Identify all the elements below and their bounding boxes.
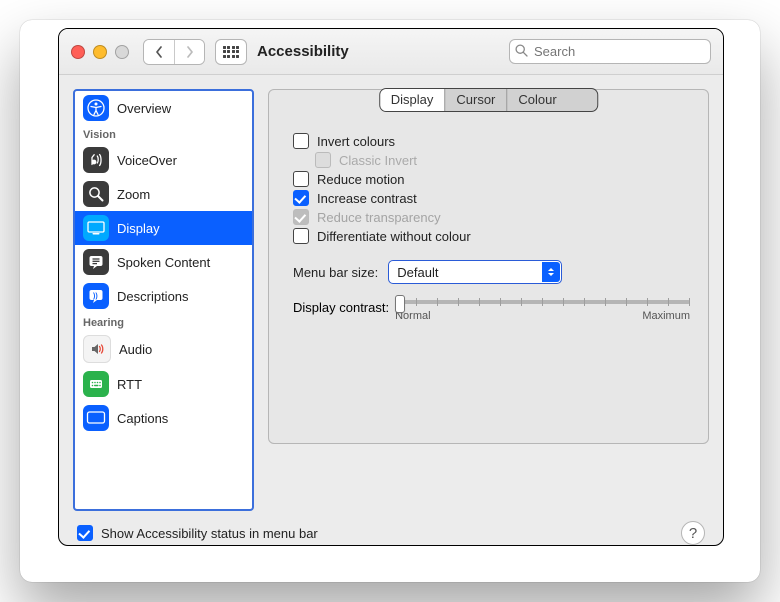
sidebar: Overview Vision VoiceOver Zoom (73, 89, 254, 511)
increase-contrast-checkbox[interactable] (293, 190, 309, 206)
sidebar-item-label: VoiceOver (117, 153, 177, 168)
chevron-right-icon (186, 46, 194, 58)
sidebar-item-captions[interactable]: Captions (75, 401, 252, 435)
sidebar-group-vision: Vision (75, 125, 252, 143)
menu-bar-size-select[interactable]: Default (388, 260, 562, 284)
sidebar-item-audio[interactable]: Audio (75, 331, 252, 367)
search-field[interactable] (509, 39, 711, 64)
sidebar-item-label: Descriptions (117, 289, 189, 304)
rtt-icon (83, 371, 109, 397)
grid-icon (223, 46, 240, 58)
back-button[interactable] (144, 40, 174, 64)
back-forward-buttons (143, 39, 205, 65)
sidebar-item-descriptions[interactable]: )) Descriptions (75, 279, 252, 313)
increase-contrast-row[interactable]: Increase contrast (293, 190, 690, 206)
classic-invert-checkbox (315, 152, 331, 168)
display-icon (83, 215, 109, 241)
slider-track (395, 300, 690, 304)
sidebar-item-label: Zoom (117, 187, 150, 202)
accessibility-icon (83, 95, 109, 121)
zoom-window-button[interactable] (115, 45, 129, 59)
forward-button[interactable] (174, 40, 204, 64)
audio-icon (83, 335, 111, 363)
search-input[interactable] (509, 39, 711, 64)
sidebar-item-zoom[interactable]: Zoom (75, 177, 252, 211)
zoom-icon (83, 181, 109, 207)
updown-arrows-icon (542, 262, 560, 282)
sidebar-item-label: Captions (117, 411, 168, 426)
display-contrast-row: Display contrast: Normal Maximum (293, 300, 690, 322)
close-window-button[interactable] (71, 45, 85, 59)
search-icon (515, 44, 528, 57)
differentiate-without-colour-row[interactable]: Differentiate without colour (293, 228, 690, 244)
sidebar-item-label: RTT (117, 377, 142, 392)
sidebar-item-label: Spoken Content (117, 255, 210, 270)
menu-bar-size-value: Default (397, 265, 438, 280)
reduce-transparency-checkbox (293, 209, 309, 225)
sidebar-item-label: Audio (119, 342, 152, 357)
menu-bar-size-label: Menu bar size: (293, 265, 378, 280)
sidebar-item-overview[interactable]: Overview (75, 91, 252, 125)
invert-colours-label: Invert colours (317, 134, 395, 149)
display-settings-panel: Display Cursor Colour Filters Invert col… (268, 89, 709, 444)
toolbar: Accessibility (59, 29, 723, 75)
chevron-left-icon (155, 46, 163, 58)
tab-colour-filters[interactable]: Colour Filters (506, 89, 597, 111)
sidebar-item-display[interactable]: Display (75, 211, 252, 245)
minimize-window-button[interactable] (93, 45, 107, 59)
question-mark-icon: ? (689, 525, 697, 542)
show-all-button[interactable] (215, 39, 247, 65)
sidebar-item-label: Overview (117, 101, 171, 116)
show-status-checkbox[interactable] (77, 525, 93, 541)
differentiate-without-colour-label: Differentiate without colour (317, 229, 471, 244)
sidebar-group-hearing: Hearing (75, 313, 252, 331)
slider-knob[interactable] (395, 295, 405, 313)
classic-invert-row: Classic Invert (315, 152, 690, 168)
reduce-motion-checkbox[interactable] (293, 171, 309, 187)
tab-cursor[interactable]: Cursor (444, 89, 506, 111)
slider-max-label: Maximum (642, 310, 690, 322)
menu-bar-size-row: Menu bar size: Default (293, 260, 690, 284)
reduce-motion-label: Reduce motion (317, 172, 404, 187)
slider-ticks (395, 298, 690, 304)
svg-text:)): )) (93, 293, 98, 300)
descriptions-icon: )) (83, 283, 109, 309)
spoken-content-icon (83, 249, 109, 275)
reduce-transparency-row: Reduce transparency (293, 209, 690, 225)
footer: Show Accessibility status in menu bar ? (59, 511, 723, 545)
window-controls (71, 45, 129, 59)
differentiate-without-colour-checkbox[interactable] (293, 228, 309, 244)
sidebar-item-label: Display (117, 221, 160, 236)
show-status-label: Show Accessibility status in menu bar (101, 526, 318, 541)
window-title: Accessibility (257, 43, 349, 60)
display-contrast-slider[interactable]: Normal Maximum (395, 300, 690, 322)
reduce-transparency-label: Reduce transparency (317, 210, 441, 225)
voiceover-icon (83, 147, 109, 173)
panel-tabs: Display Cursor Colour Filters (379, 88, 599, 112)
invert-colours-checkbox[interactable] (293, 133, 309, 149)
invert-colours-row[interactable]: Invert colours (293, 133, 690, 149)
reduce-motion-row[interactable]: Reduce motion (293, 171, 690, 187)
sidebar-item-voiceover[interactable]: VoiceOver (75, 143, 252, 177)
classic-invert-label: Classic Invert (339, 153, 417, 168)
tab-display[interactable]: Display (380, 89, 445, 111)
help-button[interactable]: ? (681, 521, 705, 545)
accessibility-prefs-window: Accessibility Overview Vision (58, 28, 724, 546)
sidebar-list[interactable]: Overview Vision VoiceOver Zoom (75, 91, 252, 446)
captions-icon (83, 405, 109, 431)
sidebar-item-spoken-content[interactable]: Spoken Content (75, 245, 252, 279)
sidebar-item-rtt[interactable]: RTT (75, 367, 252, 401)
display-contrast-label: Display contrast: (293, 300, 389, 315)
increase-contrast-label: Increase contrast (317, 191, 417, 206)
